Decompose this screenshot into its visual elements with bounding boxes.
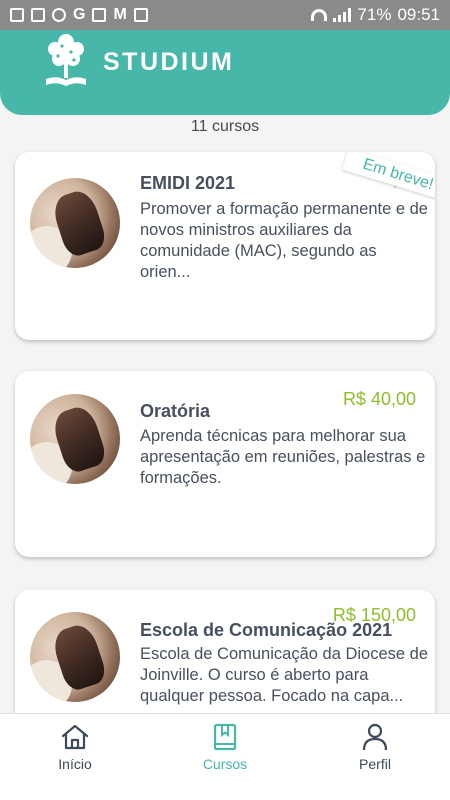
signal-icon xyxy=(333,8,352,22)
image-icon xyxy=(31,8,45,22)
course-image xyxy=(30,612,120,702)
notification-icons: G M xyxy=(10,6,148,23)
course-image xyxy=(30,178,120,268)
person-icon xyxy=(52,8,66,22)
course-price: R$ 40,00 xyxy=(342,389,416,409)
course-card-oratoria[interactable]: R$ 40,00 Oratória Aprenda técnicas para … xyxy=(15,371,435,557)
status-bar: G M 71% 09:51 xyxy=(0,0,450,30)
android-icon xyxy=(10,8,24,22)
nav-item-perfil[interactable]: Perfil xyxy=(300,714,450,800)
nav-item-inicio[interactable]: Início xyxy=(0,714,150,800)
course-title: EMIDI 2021 xyxy=(140,173,236,193)
book-icon xyxy=(213,723,237,751)
nav-label: Cursos xyxy=(202,756,248,772)
user-icon xyxy=(362,723,388,751)
course-description: Promover a formação permanente e de novo… xyxy=(140,200,428,281)
course-description: Aprenda técnicas para melhorar sua apres… xyxy=(140,427,426,487)
status-indicators: 71% 09:51 xyxy=(311,5,440,25)
course-count: 11 cursos xyxy=(190,118,260,135)
home-icon xyxy=(61,724,89,750)
course-image xyxy=(30,394,120,484)
mail-icon xyxy=(92,8,107,22)
gmail-icon: M xyxy=(113,6,127,23)
google-icon: G xyxy=(73,6,86,23)
nav-label: Perfil xyxy=(359,756,391,772)
course-title: Escola de Comunicação 2021 xyxy=(140,620,393,640)
coming-soon-badge: Em breve! xyxy=(342,152,435,202)
battery-level: 71% xyxy=(357,5,392,24)
clock: 09:51 xyxy=(397,5,440,24)
bottom-navigation: Início Cursos Perfil xyxy=(0,713,450,800)
nav-item-cursos[interactable]: Cursos xyxy=(150,714,300,800)
app-header: STUDIUM xyxy=(0,30,450,115)
course-title: Oratória xyxy=(140,401,211,421)
app-title: STUDIUM xyxy=(103,48,235,76)
camera-icon xyxy=(133,8,148,22)
tree-book-icon xyxy=(46,34,86,86)
course-card-emidi[interactable]: R$ Em breve! EMIDI 2021 Promover a forma… xyxy=(15,152,435,340)
wifi-icon xyxy=(311,9,328,21)
course-description: Escola de Comunicação da Diocese de Join… xyxy=(140,645,429,705)
nav-label: Início xyxy=(58,756,92,772)
